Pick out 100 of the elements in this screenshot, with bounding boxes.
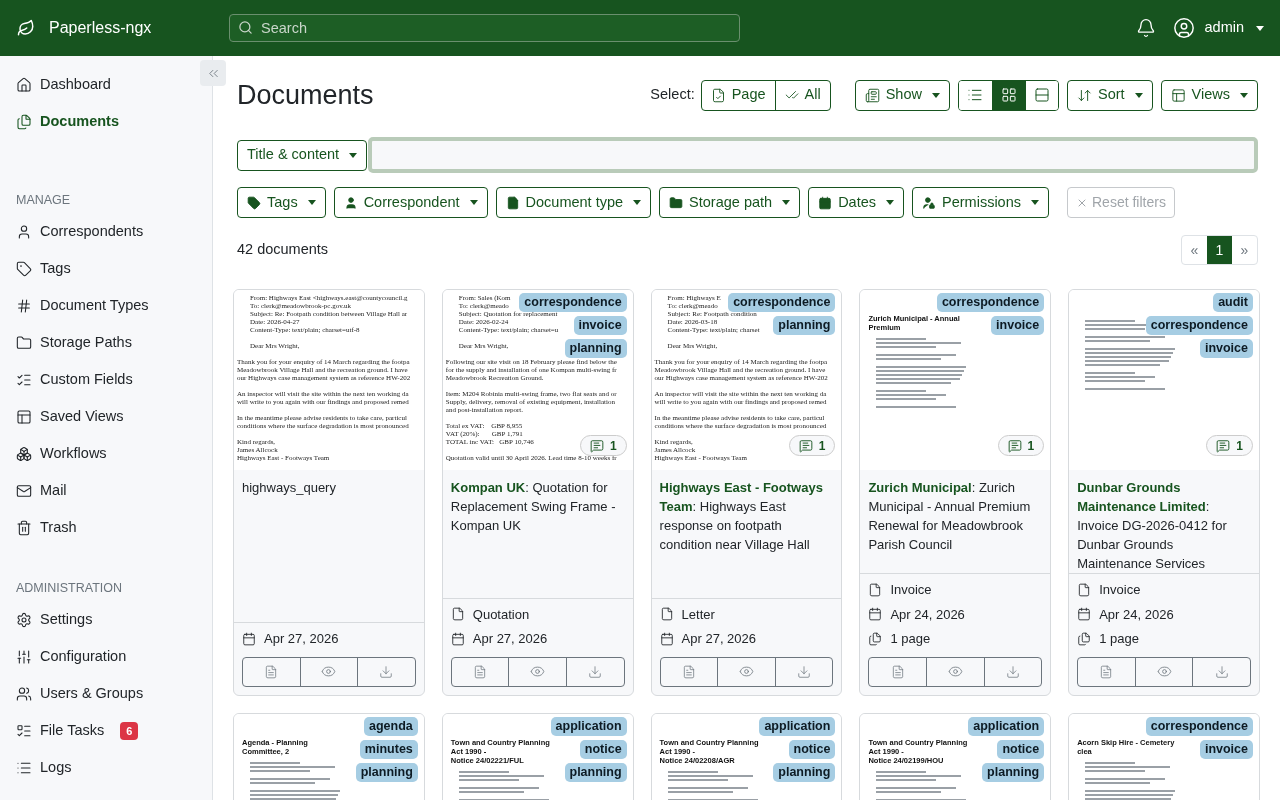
double-check-icon xyxy=(784,88,799,102)
tag-badge[interactable]: correspondence xyxy=(519,293,627,312)
tag-badge[interactable]: minutes xyxy=(359,739,418,759)
tag-badge[interactable]: planning xyxy=(564,339,627,358)
sidebar-item[interactable]: Logs xyxy=(16,749,72,787)
select-page-button[interactable]: Page xyxy=(701,80,775,110)
window-icon xyxy=(1170,87,1186,103)
notes-badge[interactable]: 1 xyxy=(997,435,1045,456)
filter-dropdown[interactable]: Storage path xyxy=(659,187,801,218)
document-date: Apr 24, 2026 xyxy=(890,605,965,624)
document-icon xyxy=(890,664,905,679)
sidebar-item[interactable]: Users & Groups xyxy=(16,675,144,713)
sidebar-item[interactable]: Mail xyxy=(16,472,67,510)
folder-icon xyxy=(669,195,684,210)
tag-badge[interactable]: notice xyxy=(788,739,836,759)
eye-icon xyxy=(739,664,754,679)
users-icon xyxy=(16,686,32,702)
page-count: 1 page xyxy=(890,630,931,648)
window-icon xyxy=(16,409,32,426)
notes-badge[interactable]: 1 xyxy=(1206,435,1253,456)
sidebar-item[interactable]: Configuration xyxy=(16,638,127,676)
caret-icon xyxy=(633,200,642,205)
page-number-button[interactable]: 1 xyxy=(1207,236,1232,264)
view-toggle[interactable] xyxy=(992,80,1025,110)
next-page-button[interactable]: » xyxy=(1232,236,1257,264)
sidebar-item[interactable]: Documents xyxy=(16,103,119,140)
document-card[interactable] xyxy=(233,289,425,696)
sidebar-item[interactable]: Correspondents xyxy=(16,213,144,251)
section-heading: ADMINISTRATION xyxy=(15,579,124,597)
comment-icon xyxy=(1216,438,1231,453)
tag-badge[interactable]: planning xyxy=(564,762,627,782)
document-title: highways_query xyxy=(242,479,337,497)
previous-page-button[interactable]: « xyxy=(1182,236,1207,264)
search-icon xyxy=(238,20,253,35)
sort-dropdown[interactable]: Sort xyxy=(1067,79,1153,111)
view-toggle[interactable] xyxy=(1025,80,1058,110)
sidebar-item[interactable]: Saved Views xyxy=(16,398,124,436)
document-date: Apr 24, 2026 xyxy=(1099,605,1174,624)
tag-badge[interactable]: planning xyxy=(982,762,1045,782)
filter-dropdown[interactable]: Document type xyxy=(495,187,652,218)
sidebar-item[interactable]: Tags xyxy=(16,250,71,288)
section-heading: MANAGE xyxy=(15,192,72,209)
tag-badge[interactable]: invoice xyxy=(1199,739,1253,759)
sidebar-item[interactable]: Custom Fields xyxy=(16,361,133,399)
filter-dropdown[interactable]: Permissions xyxy=(912,187,1049,218)
tag-badge[interactable]: notice xyxy=(579,739,627,759)
select-all-button[interactable]: All xyxy=(774,80,830,110)
list-icon xyxy=(16,760,32,776)
leaf-logo-icon xyxy=(17,19,35,37)
tag-badge[interactable]: audit xyxy=(1213,293,1253,312)
document-title: Kompan UK: Quotation for Replacement Swing Frame - Kompan UK xyxy=(450,479,617,535)
document-card[interactable] xyxy=(650,289,843,696)
tag-badge[interactable]: correspondence xyxy=(728,293,836,312)
tag-badge[interactable]: agenda xyxy=(364,716,418,736)
search-field[interactable]: Search xyxy=(229,14,740,42)
tag-badge[interactable]: correspondence xyxy=(1145,316,1253,335)
document-card[interactable]: audit correspondence invoice 1 Dunbar Grounds Maintenance Limited: Invoice DG-2026-0412 for Dunbar Grounds Maintenance Services Invoice Apr 24, 2026 1 page xyxy=(1068,289,1260,696)
calendar-icon xyxy=(242,631,256,646)
user-lock-icon xyxy=(922,195,937,210)
document-icon xyxy=(473,664,488,679)
app-name[interactable]: Paperless-ngx xyxy=(49,16,224,40)
task-list-icon xyxy=(16,723,32,739)
caret-icon xyxy=(1240,92,1248,98)
tag-badge[interactable]: planning xyxy=(355,762,418,782)
notes-badge[interactable]: 1 xyxy=(788,435,836,456)
sidebar-item[interactable]: File Tasks 6 xyxy=(16,712,139,750)
sidebar-item[interactable]: Dashboard xyxy=(16,66,111,103)
download-icon xyxy=(588,664,603,679)
tag-icon xyxy=(247,195,261,210)
sidebar-item[interactable]: Document Types xyxy=(16,287,149,325)
filter-dropdown[interactable]: Tags xyxy=(237,187,326,218)
notifications-icon[interactable] xyxy=(1135,18,1156,38)
tag-badge[interactable]: correspondence xyxy=(936,293,1045,312)
sidebar-item[interactable]: Workflows xyxy=(16,435,107,473)
file-icon xyxy=(1077,582,1092,597)
show-dropdown[interactable]: Show xyxy=(854,79,950,111)
tag-badge[interactable]: planning xyxy=(773,762,836,782)
filter-text-field[interactable] xyxy=(368,137,1258,173)
sidebar-item[interactable]: Storage Paths xyxy=(16,324,132,362)
sidebar-item[interactable]: Trash xyxy=(16,509,77,547)
tag-badge[interactable]: planning xyxy=(773,316,836,335)
sidebar-item[interactable]: Settings xyxy=(16,601,93,639)
caret-icon xyxy=(1031,200,1039,205)
tag-badge[interactable]: invoice xyxy=(991,316,1045,335)
caret-icon xyxy=(782,200,791,205)
views-dropdown[interactable]: Views xyxy=(1160,79,1258,111)
tag-badge[interactable]: invoice xyxy=(1199,339,1253,358)
filter-dropdown[interactable]: Correspondent xyxy=(333,187,488,218)
notes-badge[interactable]: 1 xyxy=(579,435,627,456)
tag-badge[interactable]: application xyxy=(759,716,836,736)
document-icon xyxy=(681,664,696,679)
tag-badge[interactable]: invoice xyxy=(573,316,627,335)
document-card[interactable] xyxy=(441,289,634,696)
tag-badge[interactable]: application xyxy=(968,716,1045,736)
tag-badge[interactable]: notice xyxy=(997,739,1045,759)
tag-badge[interactable]: application xyxy=(550,716,627,736)
tag-badge[interactable]: correspondence xyxy=(1145,716,1253,736)
search-field-dropdown[interactable]: Title & content xyxy=(237,139,368,171)
user-menu[interactable]: admin xyxy=(1204,17,1264,39)
filter-dropdown[interactable]: Dates xyxy=(808,187,905,218)
